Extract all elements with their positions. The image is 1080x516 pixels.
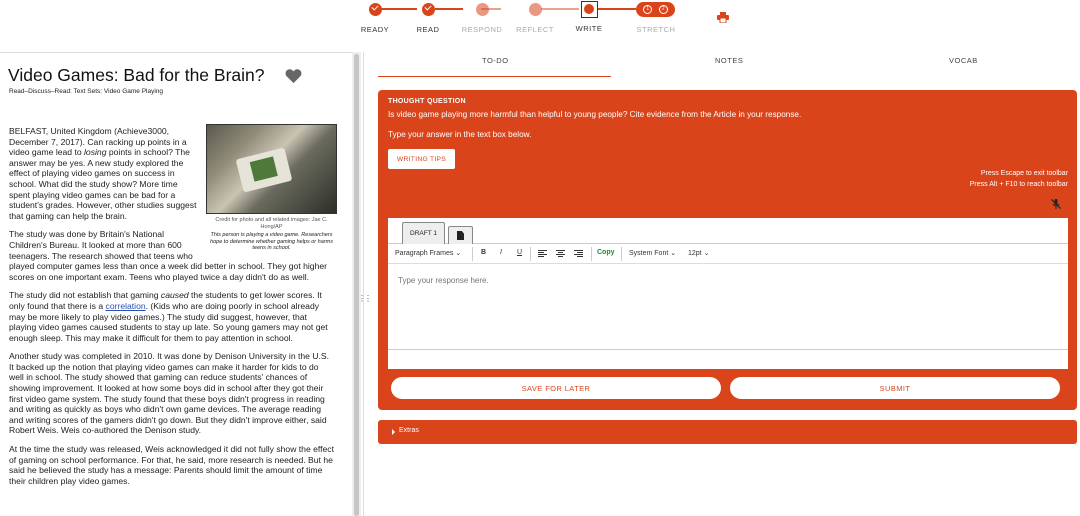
italic-button[interactable]: I (500, 249, 502, 256)
align-left-icon[interactable] (538, 250, 547, 257)
step-label: READ (416, 25, 440, 34)
draft-tab[interactable]: DRAFT 1 (402, 222, 445, 244)
new-draft-tab[interactable] (448, 226, 473, 244)
stretch-level-icon: 1 (643, 5, 653, 14)
step-label: WRITE (575, 24, 603, 33)
editor-toolbar: Paragraph Frames ⌄ B I U Copy System Fon… (388, 244, 1068, 264)
article-scrollbar[interactable] (352, 52, 361, 516)
save-for-later-button[interactable]: SAVE FOR LATER (391, 377, 721, 399)
chevron-down-icon: ⌄ (670, 250, 677, 257)
article-body: Credit for photo and all related images:… (9, 124, 337, 494)
font-select[interactable]: System Font ⌄ (629, 249, 676, 257)
pane-divider[interactable] (363, 52, 377, 516)
step-write[interactable]: WRITE (559, 0, 619, 33)
incomplete-dot-icon (475, 3, 489, 16)
panel-tabs: TO-DO NOTES VOCAB (378, 56, 1080, 78)
align-right-icon[interactable] (574, 250, 583, 257)
caret-right-icon (392, 429, 395, 435)
thought-question-label: THOUGHT QUESTION (388, 98, 466, 105)
step-reflect[interactable]: REFLECT (505, 0, 565, 34)
photo-caption: This person is playing a video game. Res… (210, 232, 333, 251)
article-paragraph: Another study was completed in 2010. It … (9, 351, 330, 436)
extras-accordion[interactable]: Extras (378, 420, 1077, 444)
response-editor: DRAFT 1 Paragraph Frames ⌄ B I U Copy Sy… (388, 218, 1068, 369)
align-center-icon[interactable] (556, 250, 565, 257)
article-photo[interactable] (206, 124, 337, 214)
toolbar-divider (591, 247, 592, 261)
editor-statusbar (388, 349, 1068, 369)
photo-credit: Credit for photo and all related images:… (215, 217, 328, 230)
printer-icon[interactable] (717, 12, 729, 23)
toolbar-divider (472, 247, 473, 261)
toolbar-hint-alt: Press Alt + F10 to reach toolbar (969, 181, 1068, 188)
toolbar-divider (530, 247, 531, 261)
copy-button[interactable]: Copy (597, 249, 615, 256)
step-respond[interactable]: RESPOND (452, 0, 512, 34)
scrollbar-thumb[interactable] (354, 54, 359, 516)
step-label: REFLECT (516, 25, 554, 34)
article-paragraph: At the time the study was released, Weis… (9, 444, 334, 486)
writing-tips-button[interactable]: WRITING TIPS (388, 149, 455, 169)
font-size-select[interactable]: 12pt ⌄ (688, 249, 709, 257)
chevron-down-icon: ⌄ (703, 250, 710, 257)
check-icon (368, 3, 382, 16)
article-paragraph: The study did not establish that gaming … (9, 290, 328, 343)
step-ready[interactable]: READY (345, 0, 405, 34)
vocab-link-correlation[interactable]: correlation (106, 301, 146, 311)
check-icon (421, 3, 435, 16)
active-tab-underline (378, 76, 611, 77)
breadcrumb[interactable]: Read–Discuss–Read: Text Sets: Video Game… (9, 88, 163, 95)
step-label: RESPOND (461, 25, 503, 34)
instruction-text: Type your answer in the text box below. (388, 130, 532, 139)
incomplete-dot-icon (528, 3, 542, 16)
thought-question-text: Is video game playing more harmful than … (388, 110, 802, 119)
toolbar-divider (621, 247, 622, 261)
toolbar-hint-escape: Press Escape to exit toolbar (980, 170, 1068, 177)
underline-button[interactable]: U (517, 249, 522, 256)
article-pane[interactable]: Video Games: Bad for the Brain? Read–Dis… (0, 52, 352, 516)
tab-to-do[interactable]: TO-DO (482, 56, 509, 65)
chevron-down-icon: ⌄ (455, 250, 462, 257)
document-icon (457, 231, 464, 240)
response-textarea[interactable]: Type your response here. (398, 276, 489, 285)
article-figure: Credit for photo and all related images:… (206, 124, 337, 252)
heart-icon[interactable] (285, 68, 302, 84)
draft-tab-strip: DRAFT 1 (388, 218, 1068, 244)
extras-label: Extras (399, 427, 419, 434)
step-read[interactable]: READ (398, 0, 458, 34)
thought-question-card: THOUGHT QUESTION Is video game playing m… (378, 90, 1077, 410)
step-progress-bar: READY READ RESPOND REFLECT WRITE 1 2 STR… (0, 0, 1080, 48)
step-label: READY (360, 25, 390, 34)
microphone-off-icon[interactable] (1050, 198, 1062, 210)
drag-handle-icon[interactable] (358, 288, 364, 298)
current-step-icon (580, 1, 598, 18)
tab-vocab[interactable]: VOCAB (949, 56, 978, 65)
submit-button[interactable]: SUBMIT (730, 377, 1060, 399)
stretch-level-icon: 2 (658, 5, 668, 14)
step-label: STRETCH (636, 25, 676, 34)
step-stretch[interactable]: 1 2 (636, 2, 675, 17)
format-select[interactable]: Paragraph Frames ⌄ (395, 249, 461, 257)
article-title: Video Games: Bad for the Brain? (8, 65, 265, 85)
tab-notes[interactable]: NOTES (715, 56, 743, 65)
bold-button[interactable]: B (481, 249, 486, 256)
